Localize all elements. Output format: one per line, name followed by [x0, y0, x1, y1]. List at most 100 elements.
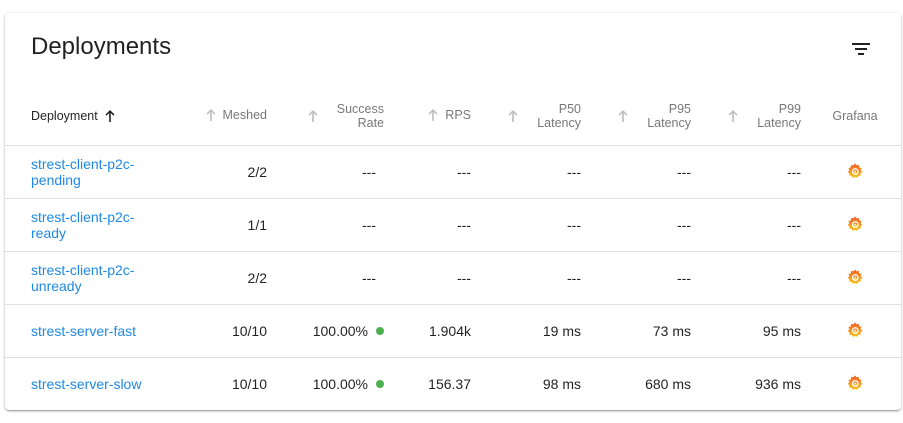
header-rps[interactable]: RPS	[392, 87, 479, 146]
meshed-value: 2/2	[247, 270, 267, 286]
header-p95-label-1: P95	[668, 102, 691, 116]
success-rate-value: ---	[362, 217, 376, 233]
header-success-label-1: Success	[336, 102, 384, 116]
cell-p99: ---	[699, 198, 809, 252]
p99-value: ---	[787, 217, 801, 233]
cell-grafana	[809, 145, 901, 199]
card-title: Deployments	[31, 33, 172, 60]
header-meshed-label: Meshed	[222, 107, 267, 122]
arrow-upward-icon	[728, 110, 738, 122]
filter-list-icon	[852, 43, 870, 55]
cell-rps: ---	[392, 198, 479, 252]
cell-meshed: 2/2	[185, 251, 275, 305]
header-meshed[interactable]: Meshed	[185, 87, 275, 146]
rps-value: 156.37	[428, 376, 471, 392]
cell-success-rate: ---	[275, 145, 392, 199]
cell-p50: 19 ms	[479, 304, 589, 358]
grafana-icon[interactable]	[846, 268, 864, 286]
status-dot	[376, 380, 384, 389]
header-grafana: Grafana	[809, 87, 901, 146]
arrow-upward-icon	[308, 110, 318, 122]
cell-grafana	[809, 198, 901, 252]
status-dot	[376, 327, 384, 336]
header-p95[interactable]: P95 Latency	[589, 87, 699, 146]
table-row: strest-client-p2c-pending 2/2 --- --- --…	[5, 145, 901, 199]
deployment-link[interactable]: strest-client-p2c-ready	[31, 209, 146, 241]
cell-grafana	[809, 304, 901, 358]
header-rps-label: RPS	[445, 107, 471, 122]
arrow-upward-icon	[105, 110, 115, 122]
p95-value: 680 ms	[645, 376, 691, 392]
deployment-link[interactable]: strest-client-p2c-unready	[31, 262, 146, 294]
cell-p95: ---	[589, 145, 699, 199]
p99-value: ---	[787, 164, 801, 180]
cell-p50: 98 ms	[479, 358, 589, 411]
p50-value: 98 ms	[542, 376, 581, 392]
header-p50-label-2: Latency	[537, 116, 581, 130]
table-row: strest-client-p2c-unready 2/2 --- --- --…	[5, 251, 901, 305]
arrow-upward-icon	[508, 110, 518, 122]
rps-value: 1.904k	[428, 323, 471, 339]
p95-value: ---	[677, 217, 691, 233]
deployment-link[interactable]: strest-server-slow	[31, 376, 146, 392]
p50-value: 19 ms	[542, 323, 581, 339]
cell-p95: ---	[589, 198, 699, 252]
table-row: strest-server-slow 10/10 100.00% 156.37 …	[5, 358, 901, 411]
p50-value: ---	[567, 164, 581, 180]
deployments-card: Deployments Deployment Meshed Success Ra…	[5, 13, 901, 410]
cell-p95: 680 ms	[589, 358, 699, 411]
header-success-rate[interactable]: Success Rate	[275, 87, 392, 146]
arrow-upward-icon	[428, 108, 438, 121]
grafana-icon[interactable]	[846, 162, 864, 180]
cell-rps: ---	[392, 251, 479, 305]
header-grafana-label: Grafana	[832, 109, 878, 123]
grafana-icon[interactable]	[846, 321, 864, 339]
deployment-link[interactable]: strest-server-fast	[31, 323, 146, 339]
meshed-value: 10/10	[231, 323, 267, 339]
filter-button[interactable]	[841, 29, 881, 69]
deployment-link[interactable]: strest-client-p2c-pending	[31, 156, 146, 188]
cell-success-rate: 100.00%	[275, 358, 392, 411]
header-p99-label-1: P99	[778, 102, 801, 116]
success-rate-value: ---	[362, 164, 376, 180]
cell-rps: ---	[392, 145, 479, 199]
header-p95-label-2: Latency	[647, 116, 691, 130]
meshed-value: 1/1	[247, 217, 267, 233]
cell-p99: ---	[699, 251, 809, 305]
header-p50[interactable]: P50 Latency	[479, 87, 589, 146]
cell-deployment: strest-server-fast	[5, 304, 185, 358]
cell-grafana	[809, 251, 901, 305]
p95-value: ---	[677, 270, 691, 286]
p99-value: ---	[787, 270, 801, 286]
grafana-icon[interactable]	[846, 215, 864, 233]
cell-meshed: 10/10	[185, 358, 275, 411]
cell-p99: 95 ms	[699, 304, 809, 358]
rps-value: ---	[457, 164, 471, 180]
rps-value: ---	[457, 217, 471, 233]
arrow-upward-icon	[618, 110, 628, 122]
p95-value: 73 ms	[652, 323, 691, 339]
cell-rps: 1.904k	[392, 304, 479, 358]
header-success-label-2: Rate	[357, 116, 384, 130]
cell-deployment: strest-client-p2c-ready	[5, 198, 185, 252]
cell-deployment: strest-client-p2c-pending	[5, 145, 185, 199]
cell-success-rate: ---	[275, 198, 392, 252]
meshed-value: 10/10	[231, 376, 267, 392]
p50-value: ---	[567, 217, 581, 233]
cell-grafana	[809, 358, 901, 411]
cell-success-rate: ---	[275, 251, 392, 305]
cell-p50: ---	[479, 145, 589, 199]
success-rate-value: ---	[362, 270, 376, 286]
p99-value: 936 ms	[755, 376, 801, 392]
header-p99-label-2: Latency	[757, 116, 801, 130]
meshed-value: 2/2	[247, 164, 267, 180]
grafana-icon[interactable]	[846, 374, 864, 392]
cell-rps: 156.37	[392, 358, 479, 411]
table-row: strest-server-fast 10/10 100.00% 1.904k …	[5, 304, 901, 358]
arrow-upward-icon	[206, 108, 216, 121]
success-rate-value: 100.00%	[312, 376, 368, 392]
header-deployment[interactable]: Deployment	[5, 87, 185, 146]
cell-deployment: strest-server-slow	[5, 358, 185, 411]
header-p99[interactable]: P99 Latency	[699, 87, 809, 146]
header-p50-label-1: P50	[558, 102, 581, 116]
